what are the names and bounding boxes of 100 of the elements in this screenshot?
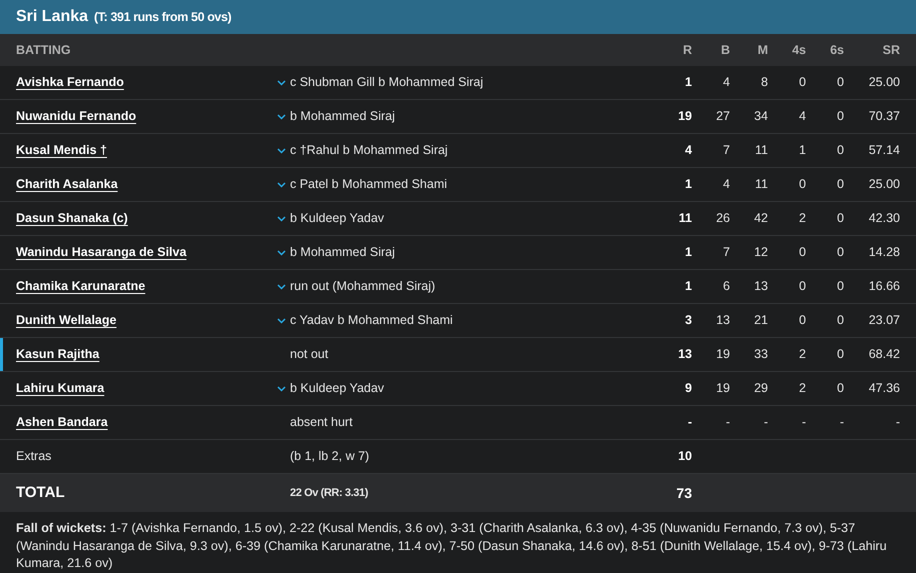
chevron-down-icon[interactable]: [277, 80, 286, 86]
stat-cell-text: 13: [715, 312, 730, 330]
player-link[interactable]: Charith Asalanka: [16, 175, 118, 194]
stat-cell-text: 2: [798, 346, 806, 364]
stat-cell-text: 0: [798, 278, 806, 296]
stat-cell-text: 12: [753, 244, 768, 262]
runs-cell-text: 19: [677, 108, 692, 126]
chevron-down-icon[interactable]: [277, 284, 286, 290]
target-text: (T: 391 runs from 50 ovs): [94, 8, 232, 26]
stat-cell-text: 0: [836, 312, 844, 330]
dismissal-text: b Mohammed Siraj: [290, 244, 395, 262]
chevron-down-icon[interactable]: [277, 250, 286, 256]
dismissal-text: not out: [290, 346, 328, 364]
stat-cell-text: 0: [836, 244, 844, 262]
stat-cell-text: 27: [715, 108, 730, 126]
dismissal-text: absent hurt: [290, 414, 353, 432]
dismissal-text: c Yadav b Mohammed Shami: [290, 312, 453, 330]
player-link[interactable]: Kasun Rajitha: [16, 345, 100, 364]
stat-cell-text: 33: [753, 346, 768, 364]
runs-cell-text: 9: [684, 380, 692, 398]
stat-cell-text: -: [724, 414, 730, 432]
runs-cell-text: 1: [684, 278, 692, 296]
stat-cell-text: 26: [715, 210, 730, 228]
column-header: SR: [882, 42, 900, 59]
dismissal-text: c Patel b Mohammed Shami: [290, 176, 448, 194]
runs-cell-text: 13: [677, 346, 692, 364]
player-link[interactable]: Nuwanidu Fernando: [16, 107, 136, 126]
player-link[interactable]: Dunith Wellalage: [16, 311, 116, 330]
stat-cell-text: 8: [760, 74, 768, 92]
chevron-down-icon[interactable]: [277, 318, 286, 324]
total-detail: 22 Ov (RR: 3.31): [290, 486, 369, 501]
dismissal-text: c Shubman Gill b Mohammed Siraj: [290, 74, 484, 92]
stat-cell-text: 29: [753, 380, 768, 398]
player-link[interactable]: Chamika Karunaratne: [16, 277, 146, 296]
column-header: B: [720, 42, 730, 59]
stat-cell-text: 68.42: [868, 346, 900, 364]
stat-cell-text: 0: [798, 74, 806, 92]
stat-cell-text: 0: [798, 244, 806, 262]
stat-cell-text: 13: [753, 278, 768, 296]
stat-cell-text: 42.30: [868, 210, 900, 228]
dismissal-text: b Mohammed Siraj: [290, 108, 395, 126]
stat-cell-text: 0: [798, 176, 806, 194]
stat-cell-text: 11: [754, 176, 768, 194]
stat-cell-text: 0: [836, 346, 844, 364]
stat-cell-text: 16.66: [868, 278, 900, 296]
runs-cell-text: 4: [684, 142, 692, 160]
stat-cell-text: 47.36: [868, 380, 900, 398]
player-link[interactable]: Wanindu Hasaranga de Silva: [16, 243, 186, 262]
stat-cell-text: 19: [715, 380, 730, 398]
stat-cell-text: 11: [754, 142, 768, 160]
stat-cell-text: 42: [753, 210, 768, 228]
stat-cell-text: 0: [836, 142, 844, 160]
stat-cell-text: 4: [722, 74, 730, 92]
stat-cell-text: 0: [798, 312, 806, 330]
stat-cell-text: 2: [798, 210, 806, 228]
column-header: 6s: [829, 42, 844, 59]
runs-cell-text: 11: [678, 210, 692, 228]
column-header: 4s: [791, 42, 806, 59]
stat-cell-text: 6: [722, 278, 730, 296]
fall-of-wickets-text: Fall of wickets: 1-7 (Avishka Fernando, 1.5 ov), 2-22 (Kusal Mendis, 3.6 ov), 3-31 (Charith Asalanka, 6.3 ov), 4-35 (Nuwanidu Fernando, 7.3 ov), 5-37 (Wanindu Hasaranga de Silva, 9.3 ov), 6-39 (Chamika Karunaratne, 11.4 ov), 7-50 (Dasun Shanaka, 14.6 ov), 8-51 (Dunith Wellalage, 15.4 ov), 9-73 (Lahiru Kumara, 21.6 ov): [15, 520, 888, 572]
stat-cell-text: 0: [836, 380, 844, 398]
stat-cell-text: 25.00: [868, 176, 900, 194]
chevron-down-icon[interactable]: [277, 216, 286, 222]
dismissal-text: b Kuldeep Yadav: [290, 380, 384, 398]
chevron-down-icon[interactable]: [277, 182, 286, 188]
column-header: R: [682, 42, 692, 59]
stat-cell-text: 57.14: [868, 142, 900, 160]
stat-cell-text: 0: [836, 176, 844, 194]
stat-cell-text: 70.37: [868, 108, 900, 126]
chevron-down-icon[interactable]: [277, 148, 286, 154]
player-link[interactable]: Kusal Mendis †: [16, 141, 107, 160]
extras-detail: (b 1, lb 2, w 7): [290, 448, 370, 466]
stat-cell-text: 0: [836, 108, 844, 126]
total-label: TOTAL: [16, 482, 66, 503]
stat-cell-text: 19: [715, 346, 730, 364]
stat-cell-text: 4: [722, 176, 730, 194]
stat-cell-text: -: [800, 414, 806, 432]
chevron-down-icon[interactable]: [277, 114, 286, 120]
player-link[interactable]: Dasun Shanaka (c): [16, 209, 128, 228]
stat-cell-text: 2: [798, 380, 806, 398]
stat-cell-text: 0: [836, 74, 844, 92]
runs-cell-text: -: [686, 414, 692, 432]
runs-cell-text: 1: [684, 244, 692, 262]
stat-cell-text: 14.28: [868, 244, 900, 262]
column-header: BATTING: [16, 42, 72, 59]
player-link[interactable]: Avishka Fernando: [16, 73, 124, 92]
dismissal-text: c †Rahul b Mohammed Siraj: [290, 142, 448, 160]
chevron-down-icon[interactable]: [277, 386, 286, 392]
total-runs: 73: [675, 484, 692, 502]
stat-cell-text: 0: [836, 210, 844, 228]
extras-runs: 10: [677, 448, 692, 466]
player-link[interactable]: Lahiru Kumara: [16, 379, 104, 398]
stat-cell-text: 34: [753, 108, 768, 126]
stat-cell-text: 7: [722, 244, 730, 262]
extras-label: Extras: [16, 448, 52, 466]
stat-cell-text: 25.00: [868, 74, 900, 92]
team-name: Sri Lanka: [16, 7, 88, 27]
stat-cell-text: 1: [798, 142, 806, 160]
player-link[interactable]: Ashen Bandara: [16, 413, 108, 432]
runs-cell-text: 1: [684, 74, 692, 92]
